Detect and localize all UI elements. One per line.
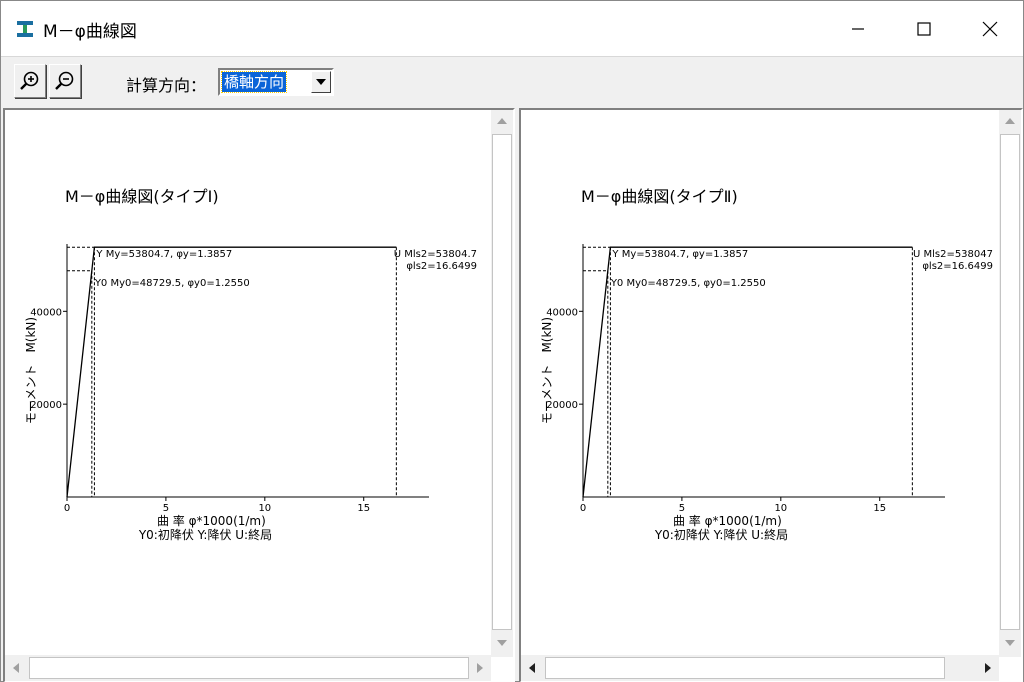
x-tick-label: 15 bbox=[873, 503, 886, 514]
x-tick-label: 0 bbox=[580, 503, 586, 514]
zoom-out-icon bbox=[55, 71, 74, 90]
zoom-in-icon bbox=[20, 71, 39, 90]
direction-select-value: 橋軸方向 bbox=[220, 71, 288, 93]
chart-title: M－φ曲線図(タイプⅡ) bbox=[581, 187, 738, 206]
direction-select[interactable]: 橋軸方向 bbox=[218, 68, 334, 96]
x-tick-label: 5 bbox=[163, 503, 169, 514]
x-axis-title: 曲 率 φ*1000(1/m) bbox=[157, 513, 266, 528]
scroll-up-button[interactable] bbox=[491, 110, 513, 132]
y-axis-title: モーメント M(kN) bbox=[24, 317, 38, 424]
yield-point-label: Y My=53804.7, φy=1.3857 bbox=[95, 249, 232, 260]
minimize-button[interactable] bbox=[825, 1, 891, 57]
scroll-down-icon bbox=[1005, 640, 1015, 646]
toolbar: 計算方向： 橋軸方向 bbox=[1, 58, 1023, 106]
ultimate-point-label: U Mls2=53804.7 bbox=[394, 249, 477, 260]
scroll-left-button[interactable] bbox=[521, 657, 543, 679]
close-button[interactable] bbox=[957, 1, 1023, 57]
chart-title: M－φ曲線図(タイプⅠ) bbox=[65, 187, 219, 206]
y-tick-label: 40000 bbox=[546, 307, 578, 318]
vertical-scroll-thumb[interactable] bbox=[1000, 134, 1020, 630]
first-yield-point-label: Y0 My0=48729.5, φy0=1.2550 bbox=[94, 278, 250, 289]
x-tick-label: 5 bbox=[679, 503, 685, 514]
legend-text: Y0:初降伏 Y:降伏 U:終局 bbox=[654, 527, 788, 542]
close-icon bbox=[982, 21, 998, 37]
x-tick-label: 10 bbox=[258, 503, 271, 514]
x-tick-label: 0 bbox=[64, 503, 70, 514]
vertical-scroll-thumb[interactable] bbox=[492, 134, 512, 630]
horizontal-scrollbar[interactable] bbox=[5, 655, 491, 681]
first-yield-point-label: Y0 My0=48729.5, φy0=1.2550 bbox=[610, 278, 766, 289]
chart-pane-type2: M－φ曲線図(タイプⅡ) 20000 40000 0 5 10 15 Y My=53804.7… bbox=[519, 108, 1023, 682]
mphi-chart-type2: M－φ曲線図(タイプⅡ)20000400000 5 10 15Y My=53804.7… bbox=[540, 187, 993, 542]
scroll-down-icon bbox=[497, 640, 507, 646]
minimize-icon bbox=[852, 28, 864, 30]
scroll-left-icon bbox=[13, 663, 19, 673]
vertical-scrollbar[interactable] bbox=[491, 110, 513, 657]
scroll-right-button[interactable] bbox=[977, 657, 999, 679]
maximize-button[interactable] bbox=[891, 1, 957, 57]
scroll-up-icon bbox=[497, 118, 507, 124]
maximize-icon bbox=[917, 22, 931, 36]
direction-label: 計算方向： bbox=[126, 76, 207, 95]
ultimate-curvature-label: φls2=16.6499 bbox=[922, 261, 993, 272]
scroll-right-icon bbox=[985, 663, 991, 673]
scroll-right-button[interactable] bbox=[469, 657, 491, 679]
scroll-up-button[interactable] bbox=[999, 110, 1021, 132]
scroll-down-button[interactable] bbox=[999, 632, 1021, 654]
scroll-up-icon bbox=[1005, 118, 1015, 124]
x-tick-label: 15 bbox=[357, 503, 370, 514]
vertical-scrollbar[interactable] bbox=[999, 110, 1021, 657]
mphi-chart-type1: M－φ曲線図(タイプⅠ)20000400000 5 10 15Y My=53804.7… bbox=[24, 187, 477, 542]
yield-point-label: Y My=53804.7, φy=1.3857 bbox=[611, 249, 748, 260]
horizontal-scroll-thumb[interactable] bbox=[29, 657, 469, 679]
zoom-out-button[interactable] bbox=[49, 64, 81, 98]
y-axis-title: モーメント M(kN) bbox=[540, 317, 554, 424]
ultimate-curvature-label: φls2=16.6499 bbox=[406, 261, 477, 272]
y-tick-label: 40000 bbox=[30, 307, 62, 318]
app-icon bbox=[17, 21, 33, 37]
direction-dropdown-button[interactable] bbox=[311, 71, 331, 93]
scroll-left-icon bbox=[529, 663, 535, 673]
chart-pane-type1: M－φ曲線図(タイプⅠ) 20000 40000 0 5 10 15 Y My=53804.7… bbox=[3, 108, 515, 682]
zoom-in-button[interactable] bbox=[14, 64, 46, 98]
x-axis-title: 曲 率 φ*1000(1/m) bbox=[673, 513, 782, 528]
m-phi-window: M－φ曲線図 計算方向： 橋軸方向 M－φ曲線図(タイプⅠ) 20000 400… bbox=[0, 0, 1024, 682]
horizontal-scroll-thumb[interactable] bbox=[545, 657, 945, 679]
window-title: M－φ曲線図 bbox=[43, 22, 137, 42]
scroll-down-button[interactable] bbox=[491, 632, 513, 654]
horizontal-scrollbar[interactable] bbox=[521, 655, 999, 681]
dropdown-arrow-icon bbox=[316, 79, 326, 85]
ultimate-point-label: U Mls2=538047 bbox=[913, 249, 993, 260]
scroll-left-button[interactable] bbox=[5, 657, 27, 679]
x-tick-label: 10 bbox=[774, 503, 787, 514]
title-bar[interactable]: M－φ曲線図 bbox=[1, 1, 1023, 57]
legend-text: Y0:初降伏 Y:降伏 U:終局 bbox=[138, 527, 272, 542]
scroll-right-icon bbox=[477, 663, 483, 673]
